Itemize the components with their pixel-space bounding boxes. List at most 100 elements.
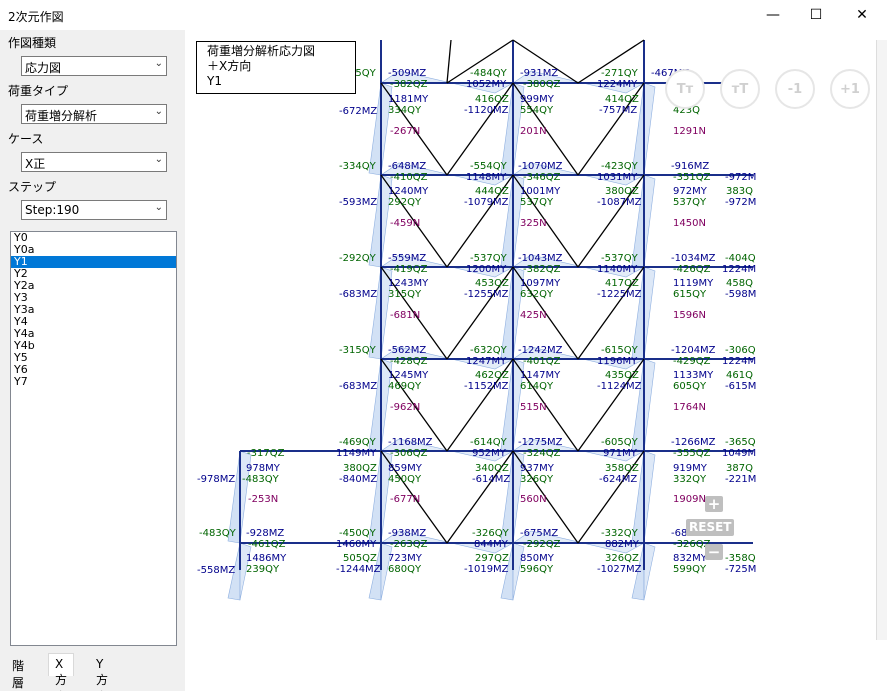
force-value-label: 435QZ (605, 370, 639, 381)
force-value-label: -1019MZ (464, 564, 509, 575)
force-value-label: -675MZ (520, 528, 558, 539)
force-value-label: 1245MY (388, 370, 429, 381)
force-value-label: -624MZ (599, 474, 637, 485)
frame-list-item[interactable]: Y0a (11, 244, 176, 256)
force-value-label: -450QY (339, 528, 377, 539)
force-value-label: -317QZ (247, 448, 285, 459)
force-value-label: -423QY (601, 161, 639, 172)
force-value-label: 417QZ (605, 278, 639, 289)
force-value-label: -483QY (199, 528, 237, 539)
force-value-label: 1148MY (466, 172, 507, 183)
force-value-label: 952MY (472, 448, 507, 459)
minimize-button[interactable]: — (750, 0, 796, 30)
force-value-label: -962N (390, 402, 420, 413)
force-value-label: 1764N (673, 402, 706, 413)
force-value-label: -346QZ (523, 172, 561, 183)
force-value-label: -598M (725, 289, 756, 300)
frame-list-item[interactable]: Y4 (11, 316, 176, 328)
close-button[interactable]: ✕ (839, 0, 885, 30)
step-back-button[interactable]: -1 (775, 69, 815, 109)
tab-x-direction[interactable]: X方向 (48, 653, 74, 691)
load-type-select[interactable]: 荷重増分解析 ⌄ (21, 104, 167, 124)
force-value-label: -351QZ (673, 172, 711, 183)
force-value-label: -928MZ (246, 528, 284, 539)
plot-type-select[interactable]: 応力図 ⌄ (21, 56, 167, 76)
force-value-label: -382QZ (523, 264, 561, 275)
tab-floor[interactable]: 階層 (6, 654, 30, 690)
force-value-label: 461Q (726, 370, 753, 381)
force-value-label: 615QY (673, 289, 707, 300)
force-value-label: 315QY (388, 289, 422, 300)
force-value-label: -483QY (242, 474, 280, 485)
moment-fill (643, 174, 656, 268)
force-value-label: -1225MZ (597, 289, 642, 300)
frame-list-item[interactable]: Y0 (11, 232, 176, 244)
force-value-label: -419QZ (390, 264, 428, 275)
stress-diagram-canvas[interactable]: -509MZ -484QY -931MZ -271QY -467MZ -285QY -382… (185, 30, 887, 691)
zoom-out-button[interactable]: − (705, 543, 723, 561)
force-value-label: -1168MZ (388, 437, 433, 448)
force-value-label: 292QY (388, 197, 422, 208)
tab-y-direction[interactable]: Y方向 (90, 654, 114, 691)
step-select[interactable]: Step:190 ⌄ (21, 200, 167, 220)
force-value-label: -1244MZ (336, 564, 381, 575)
vertical-scrollbar[interactable] (876, 40, 887, 640)
force-value-label: 515N (520, 402, 547, 413)
force-value-label: -401QZ (523, 356, 561, 367)
force-value-label: -253N (248, 494, 278, 505)
force-value-label: 462QZ (475, 370, 509, 381)
force-value-label: 599QY (673, 564, 707, 575)
frame-list-item[interactable]: Y7 (11, 376, 176, 388)
frame-listbox[interactable]: Y0 Y0a Y1 Y2 Y2a Y3 Y3a Y4 Y4a Y4b Y5 Y6 Y7 (10, 231, 177, 646)
text-size-up-button[interactable]: Tт (665, 69, 705, 109)
force-value-label: 596QY (520, 564, 554, 575)
force-value-label: 1460MY (336, 539, 377, 550)
frame-list-item[interactable]: Y2a (11, 280, 176, 292)
force-value-label: 1133MY (673, 370, 714, 381)
force-value-label: 632QY (520, 289, 554, 300)
frame-list-item[interactable]: Y2 (11, 268, 176, 280)
frame-list-item[interactable]: Y6 (11, 364, 176, 376)
force-value-label: -292QY (339, 253, 377, 264)
force-value-label: -461QZ (248, 539, 286, 550)
force-value-label: -355QZ (673, 448, 711, 459)
force-value-label: -1204MZ (671, 345, 716, 356)
force-value-label: -1079MZ (464, 197, 509, 208)
case-value: X正 (25, 157, 46, 171)
step-forward-button[interactable]: +1 (830, 69, 870, 109)
force-value-label: 505QZ (343, 553, 377, 564)
moment-fill (643, 82, 656, 176)
text-size-down-button[interactable]: тT (720, 69, 760, 109)
force-value-label: -558MZ (197, 565, 235, 576)
chevron-down-icon: ⌄ (154, 106, 163, 117)
maximize-button[interactable]: ☐ (793, 0, 839, 30)
force-value-label: -615QY (601, 345, 639, 356)
force-value-label: -978MZ (197, 474, 235, 485)
frame-list-item[interactable]: Y1 (11, 256, 176, 268)
force-value-label: 387Q (726, 463, 753, 474)
force-value-label: -593MZ (339, 197, 377, 208)
force-value-label: 850MY (520, 553, 555, 564)
force-value-label: -683MZ (339, 289, 377, 300)
force-value-label: 560N (520, 494, 547, 505)
frame-list-item[interactable]: Y4a (11, 328, 176, 340)
case-select[interactable]: X正 ⌄ (21, 152, 167, 172)
force-value-label: 1247MY (466, 356, 507, 367)
frame-list-item[interactable]: Y3a (11, 304, 176, 316)
zoom-reset-button[interactable]: RESET (686, 519, 735, 536)
force-value-label: -537QY (601, 253, 639, 264)
force-value-label: 340QZ (475, 463, 509, 474)
force-value-label: 605QY (673, 381, 707, 392)
force-value-label: 297QZ (475, 553, 509, 564)
zoom-in-button[interactable]: + (705, 495, 723, 513)
force-value-label: 1224MY (597, 79, 638, 90)
force-value-label: -681N (390, 310, 420, 321)
frame-list-item[interactable]: Y5 (11, 352, 176, 364)
force-value-label: 978MY (246, 463, 281, 474)
frame-list-item[interactable]: Y3 (11, 292, 176, 304)
frame-list-item[interactable]: Y4b (11, 340, 176, 352)
force-value-label: 832MY (673, 553, 708, 564)
force-value-label: 1224M (722, 356, 756, 367)
force-value-label: -648MZ (388, 161, 426, 172)
moment-fill (643, 542, 656, 601)
